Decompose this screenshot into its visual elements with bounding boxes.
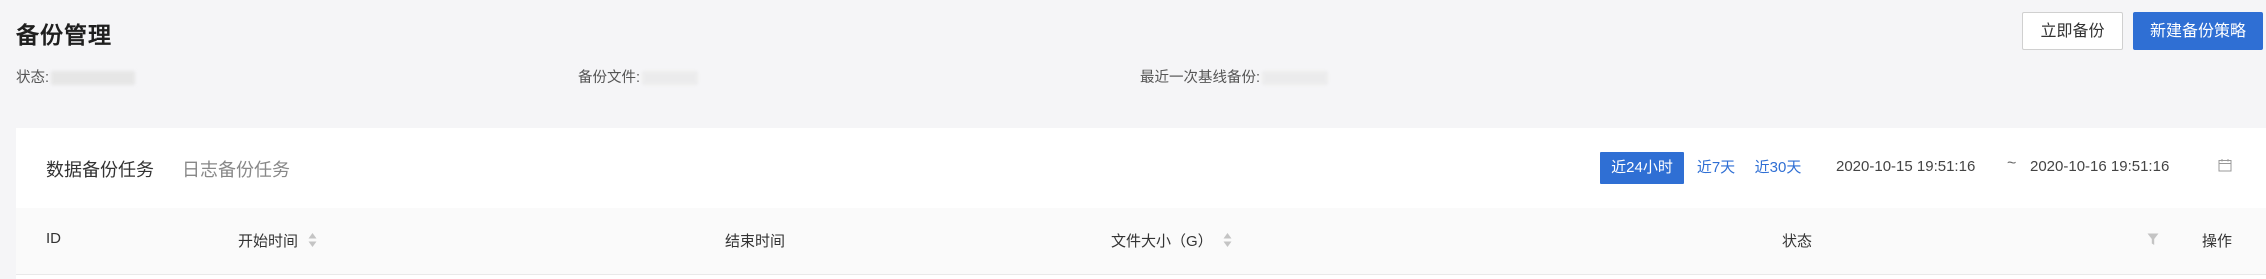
column-file-size[interactable]: 文件大小（G）	[1111, 230, 1213, 251]
tab-log-backup[interactable]: 日志备份任务	[182, 156, 290, 182]
backup-file-label: 备份文件:	[578, 70, 641, 86]
backup-file-info: 备份文件:	[578, 66, 699, 87]
tab-data-backup[interactable]: 数据备份任务	[46, 156, 154, 182]
baseline-backup-label: 最近一次基线备份:	[1140, 70, 1261, 86]
baseline-backup-value-redacted	[1262, 71, 1329, 86]
column-start-time[interactable]: 开始时间	[238, 230, 298, 251]
backup-now-button[interactable]: 立即备份	[2022, 12, 2123, 50]
range-24h-button[interactable]: 近24小时	[1600, 152, 1684, 184]
status-info: 状态:	[16, 66, 136, 87]
filter-icon[interactable]	[2147, 233, 2159, 246]
column-end-time: 结束时间	[725, 233, 786, 250]
status-value-redacted	[51, 71, 136, 86]
sort-icon[interactable]	[308, 232, 317, 248]
new-backup-policy-button[interactable]: 新建备份策略	[2133, 12, 2263, 50]
column-status: 状态	[1782, 233, 1813, 250]
sort-icon[interactable]	[1223, 232, 1232, 248]
date-separator: ~	[2007, 155, 2017, 172]
column-id: ID	[46, 230, 61, 247]
range-30d-button[interactable]: 近30天	[1748, 152, 1808, 184]
status-label: 状态:	[16, 70, 50, 86]
range-7d-button[interactable]: 近7天	[1692, 152, 1740, 184]
column-actions: 操作	[2202, 233, 2233, 250]
backup-file-value-redacted	[642, 71, 699, 86]
start-date-input[interactable]: 2020-10-15 19:51:16	[1836, 158, 1975, 175]
calendar-icon[interactable]	[2218, 158, 2232, 172]
end-date-input[interactable]: 2020-10-16 19:51:16	[2030, 158, 2169, 175]
baseline-backup-info: 最近一次基线备份:	[1140, 66, 1329, 87]
page-title: 备份管理	[16, 22, 112, 48]
